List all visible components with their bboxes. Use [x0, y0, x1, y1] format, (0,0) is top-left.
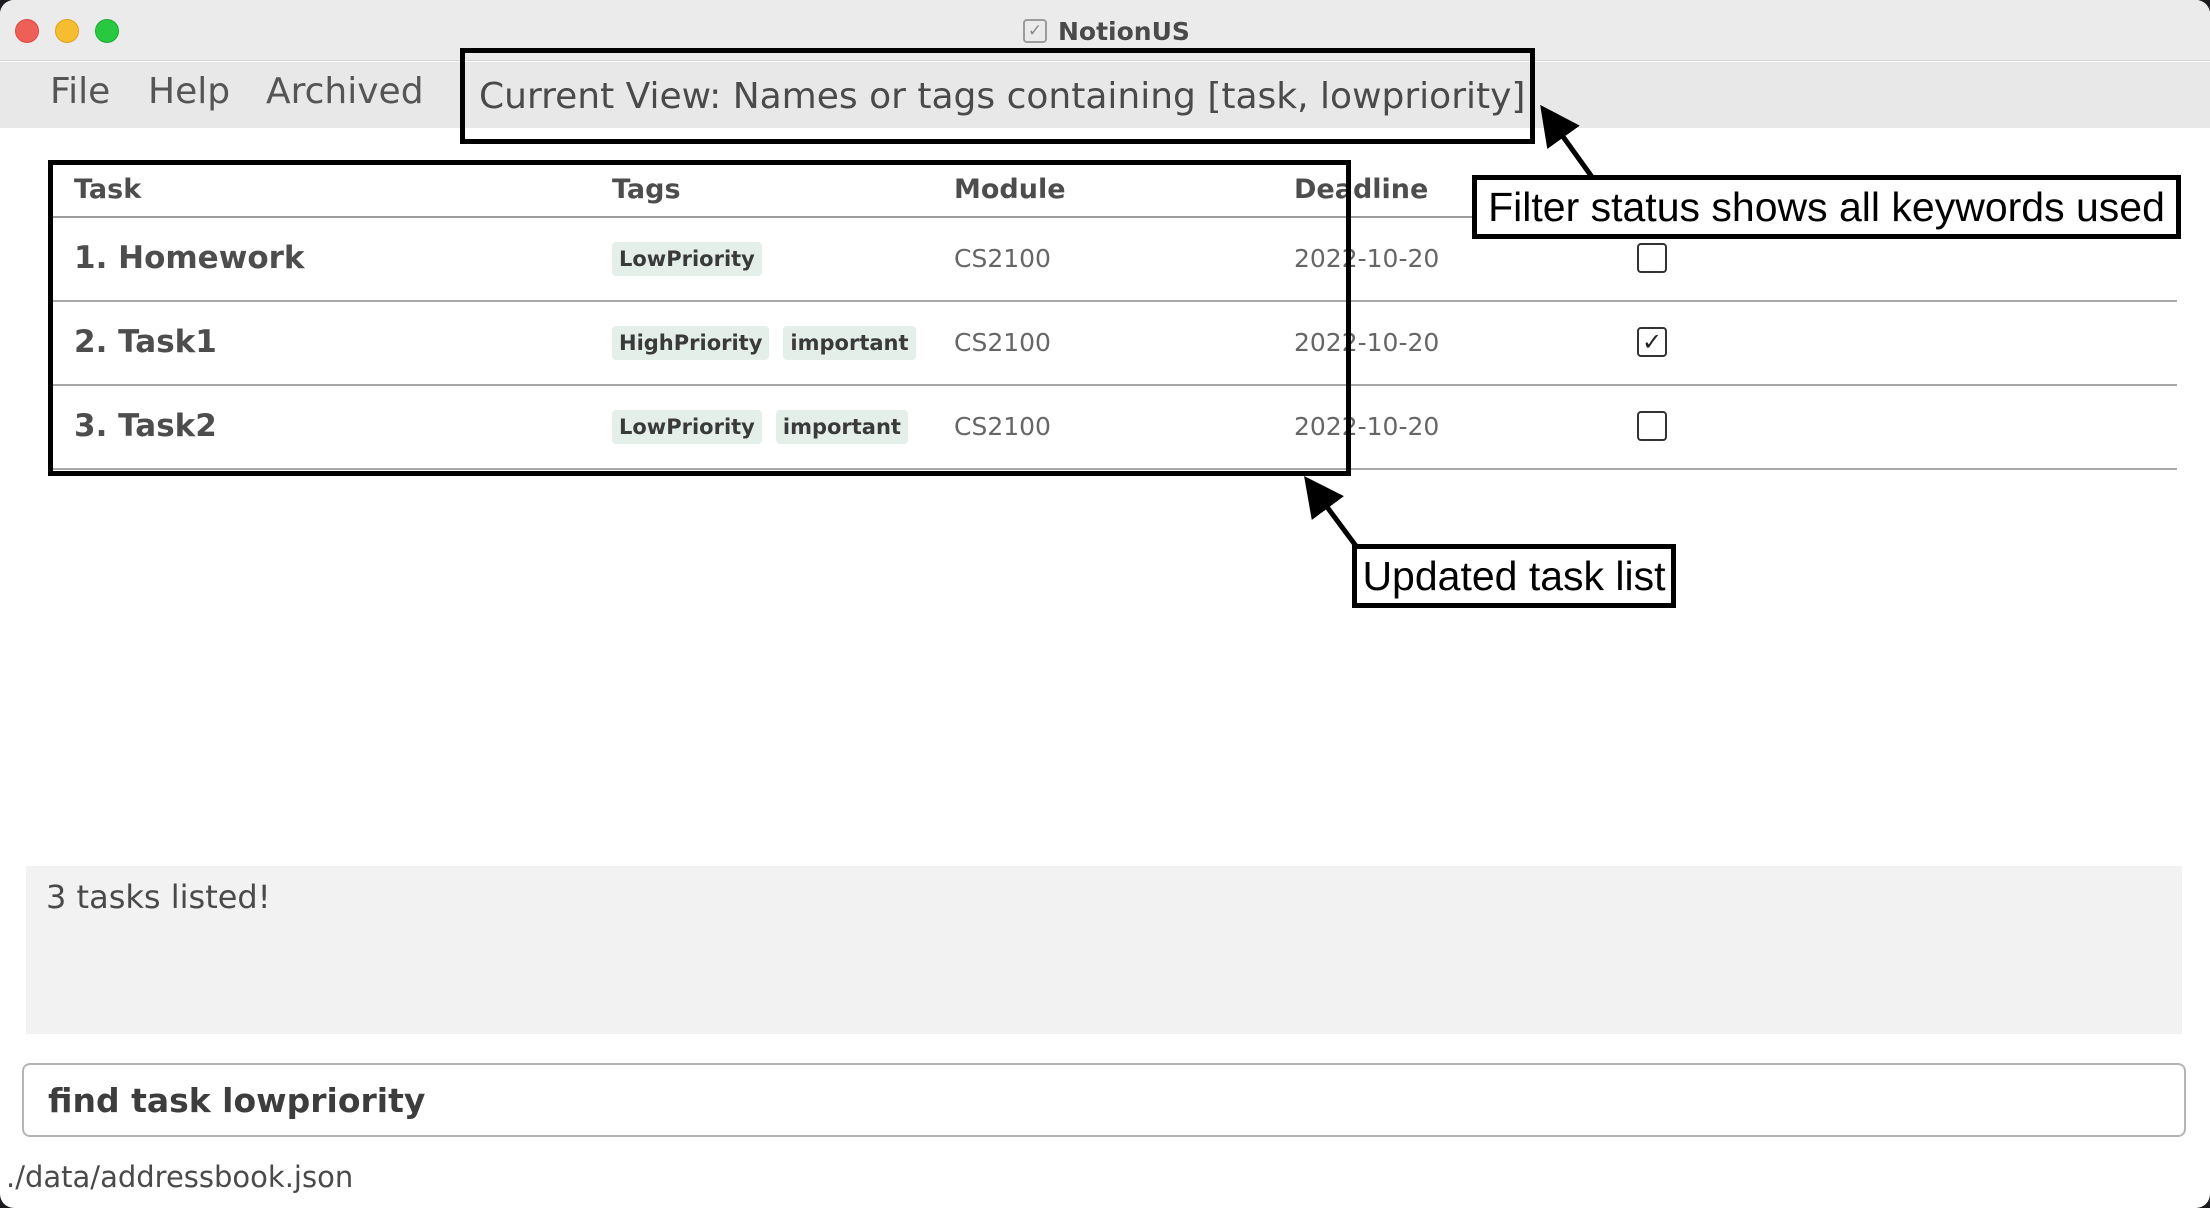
maximize-window-button[interactable] [95, 19, 119, 43]
current-view-highlight: Current View: Names or tags containing [… [460, 48, 1535, 144]
checkbox-icon: ✓ [1023, 19, 1047, 43]
done-checkbox[interactable] [1637, 411, 1667, 441]
result-display: 3 tasks listed! [26, 866, 2182, 1034]
task-list-highlight [48, 160, 1351, 476]
done-checkbox[interactable]: ✓ [1637, 327, 1667, 357]
window-title-group: ✓ NotionUS [1023, 14, 1190, 48]
menu-bar: File Help Archived Current View: Names o… [0, 48, 2210, 144]
close-window-button[interactable] [15, 19, 39, 43]
window-title: NotionUS [1058, 16, 1190, 46]
minimize-window-button[interactable] [55, 19, 79, 43]
menu-help[interactable]: Help [148, 71, 230, 112]
filter-status-callout: Filter status shows all keywords used [1472, 175, 2181, 239]
current-view-status: Current View: Names or tags containing [… [479, 75, 1526, 117]
menu-archived[interactable]: Archived [266, 71, 424, 112]
result-message: 3 tasks listed! [46, 878, 271, 916]
checkmark-icon: ✓ [1641, 328, 1663, 356]
done-checkbox[interactable] [1637, 243, 1667, 273]
updated-list-callout: Updated task list [1352, 544, 1676, 608]
command-input[interactable]: find task lowpriority [22, 1063, 2186, 1137]
menu-file[interactable]: File [50, 71, 110, 112]
status-file-path: ./data/addressbook.json [6, 1160, 354, 1194]
list-arrow [1304, 475, 1359, 548]
app-window: ✓ NotionUS File Help Archived Current Vi… [0, 0, 2210, 1208]
